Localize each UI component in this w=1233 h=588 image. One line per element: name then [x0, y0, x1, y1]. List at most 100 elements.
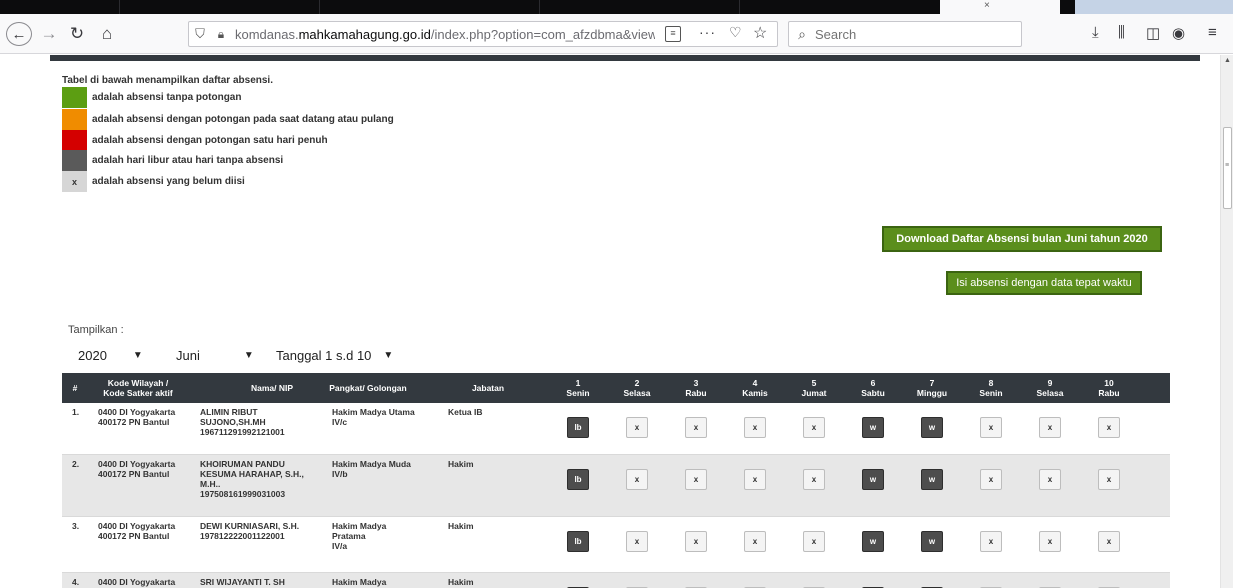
legend-swatch: x [62, 171, 87, 192]
date-range-select[interactable]: Tanggal 1 s.d 10 ▼ [276, 343, 393, 367]
fill-ontime-button[interactable]: Isi absensi dengan data tepat waktu [946, 271, 1142, 295]
browser-tab[interactable] [0, 0, 120, 14]
attendance-day-button[interactable]: w [921, 469, 943, 490]
header-day-number: 9 [1047, 378, 1053, 388]
attendance-day-button[interactable]: lb [567, 469, 589, 490]
cell-region: 0400 DI Yogyakarta400172 PN Bantul [98, 407, 175, 427]
cell-name: KHOIRUMAN PANDU KESUMA HARAHAP, S.H., M.H.… [200, 459, 304, 499]
table-header: # Kode Wilayah / Kode Satker aktif Nama/… [62, 373, 1170, 403]
legend-text: adalah hari libur atau hari tanpa absens… [92, 155, 284, 166]
url-text[interactable]: komdanas.mahkamahagung.go.id/index.php?o… [235, 27, 655, 42]
cell-name-line: KHOIRUMAN PANDU [200, 459, 285, 469]
attendance-day-button[interactable]: lb [567, 531, 589, 552]
attendance-day-button[interactable]: x [744, 417, 766, 438]
legend-text: adalah absensi yang belum diisi [92, 176, 245, 187]
attendance-day-button[interactable]: x [685, 417, 707, 438]
header-day: 2 Selasa [612, 373, 662, 403]
sidebar-icon[interactable]: ◫ [1146, 24, 1160, 42]
header-day-name: Selasa [1036, 388, 1064, 398]
month-select[interactable]: Juni ▼ [176, 343, 254, 367]
attendance-day-button[interactable]: x [980, 469, 1002, 490]
header-day-name: Jumat [801, 388, 827, 398]
attendance-day-button[interactable]: x [744, 531, 766, 552]
download-attendance-button[interactable]: Download Daftar Absensi bulan Juni tahun… [882, 226, 1162, 252]
account-icon[interactable]: ◉ [1172, 24, 1185, 42]
cell-name-line: KESUMA HARAHAP, S.H., [200, 469, 304, 479]
legend-intro: Tabel di bawah menampilkan daftar absens… [62, 75, 273, 86]
attendance-day-button[interactable]: x [1039, 417, 1061, 438]
back-button[interactable]: ← [6, 22, 32, 46]
attendance-day-button[interactable]: x [1039, 531, 1061, 552]
url-prefix: komdanas. [235, 26, 299, 42]
scrollbar-thumb[interactable]: ≡ [1223, 127, 1232, 209]
attendance-day-button[interactable]: x [1098, 469, 1120, 490]
tracking-shield-icon[interactable]: ⛉ [189, 26, 211, 42]
reader-view-icon[interactable]: ≡ [665, 26, 681, 42]
browser-tab-active[interactable] [940, 0, 1060, 14]
reload-button[interactable]: ↻ [66, 22, 88, 46]
header-day-name: Senin [566, 388, 590, 398]
cell-name-line: SRI WIJAYANTI T. SH [200, 577, 285, 587]
attendance-day-button[interactable]: x [803, 469, 825, 490]
search-bar[interactable]: ⌕ Search [788, 21, 1022, 47]
attendance-day-button[interactable]: x [980, 531, 1002, 552]
attendance-day-button[interactable]: x [626, 469, 648, 490]
page-content: Tabel di bawah menampilkan daftar absens… [0, 55, 1220, 588]
header-day-number: 1 [575, 378, 581, 388]
header-day: 9 Selasa [1025, 373, 1075, 403]
attendance-day-button[interactable]: x [803, 417, 825, 438]
home-button[interactable]: ⌂ [96, 22, 118, 46]
attendance-day-button[interactable]: w [862, 531, 884, 552]
row-number: 3. [72, 521, 80, 531]
page-actions-button[interactable]: ··· [699, 24, 716, 40]
attendance-day-button[interactable]: x [1098, 531, 1120, 552]
menu-icon[interactable]: ≡ [1208, 24, 1217, 41]
attendance-day-button[interactable]: x [1039, 469, 1061, 490]
close-tab-icon[interactable]: × [984, 0, 990, 11]
vertical-scrollbar[interactable]: ▲ ≡ [1220, 55, 1233, 588]
address-bar[interactable]: ⛉ 🔒︎ komdanas.mahkamahagung.go.id/index.… [188, 21, 778, 47]
cell-name-line: ALIMIN RIBUT [200, 407, 258, 417]
forward-button[interactable]: → [38, 22, 60, 46]
insecure-lock-icon[interactable]: 🔒︎ [211, 27, 231, 42]
header-day-number: 6 [870, 378, 876, 388]
header-position: Jabatan [471, 383, 505, 393]
attendance-day-button[interactable]: x [626, 531, 648, 552]
month-value: Juni [176, 347, 200, 363]
attendance-day-button[interactable]: x [626, 417, 648, 438]
browser-tab[interactable] [120, 0, 320, 14]
attendance-day-button[interactable]: x [685, 531, 707, 552]
header-day-number: 7 [929, 378, 935, 388]
attendance-day-button[interactable]: x [1098, 417, 1120, 438]
attendance-day-button[interactable]: x [803, 531, 825, 552]
attendance-day-button[interactable]: w [921, 531, 943, 552]
scroll-up-icon[interactable]: ▲ [1224, 57, 1231, 64]
legend-text: adalah absensi tanpa potongan [92, 92, 242, 103]
attendance-day-button[interactable]: w [862, 469, 884, 490]
header-rank: Pangkat/ Golongan [329, 383, 407, 393]
download-icon[interactable]: ⤓ [1092, 24, 1099, 41]
row-number: 2. [72, 459, 80, 469]
attendance-day-button[interactable]: w [921, 417, 943, 438]
attendance-day-button[interactable]: lb [567, 417, 589, 438]
search-icon: ⌕ [798, 25, 806, 42]
cell-name-line: 197812222001122001 [200, 531, 285, 541]
year-select[interactable]: 2020 ▼ [78, 343, 143, 367]
cell-name-line: SUJONO,SH.MH [200, 417, 266, 427]
pocket-icon[interactable]: ♡ [729, 24, 742, 41]
arrow-left-icon: ← [11, 25, 27, 43]
browser-tab[interactable] [540, 0, 740, 14]
cell-name-line: M.H.. [200, 479, 221, 489]
cell-rank: Hakim MadyaPratama [332, 577, 386, 588]
year-value: 2020 [78, 347, 107, 363]
attendance-day-button[interactable]: x [685, 469, 707, 490]
attendance-day-button[interactable]: x [744, 469, 766, 490]
attendance-day-button[interactable]: x [980, 417, 1002, 438]
cell-rank-line: Hakim Madya [332, 521, 387, 531]
attendance-day-button[interactable]: w [862, 417, 884, 438]
browser-tab[interactable] [1075, 0, 1233, 14]
browser-tab[interactable] [320, 0, 540, 14]
cell-rank-line: IV/c [332, 417, 348, 427]
bookmark-star-icon[interactable]: ☆ [753, 23, 767, 43]
library-icon[interactable]: ⫼ [1118, 24, 1125, 41]
